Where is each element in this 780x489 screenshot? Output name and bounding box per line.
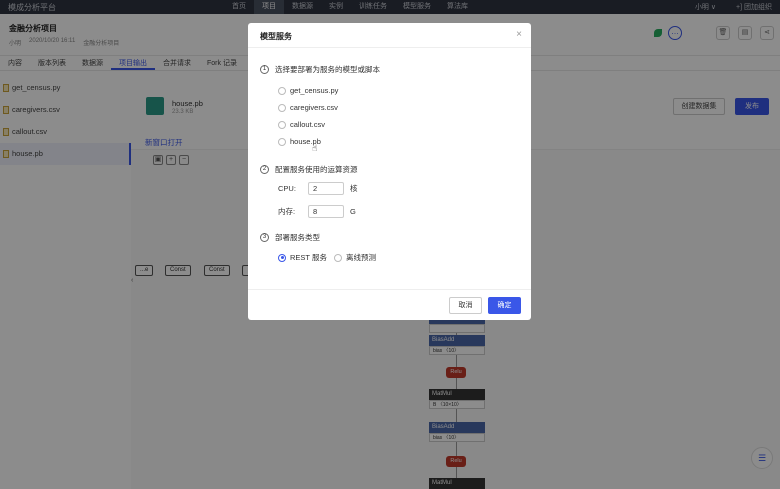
cpu-field: CPU: 2 核 xyxy=(278,182,358,195)
step-service-type: 3 部署服务类型 xyxy=(260,232,320,243)
radio-icon[interactable] xyxy=(278,253,286,262)
confirm-button[interactable]: 确定 xyxy=(488,297,521,314)
option-label: 离线预测 xyxy=(346,253,376,262)
option-label: callout.csv xyxy=(290,120,326,129)
model-option[interactable]: callout.csv xyxy=(278,120,325,129)
model-service-dialog: 模型服务 × 1 选择要部署为服务的模型或脚本 get_census.py ca… xyxy=(248,23,531,320)
step-number: 1 xyxy=(260,65,269,74)
cancel-button[interactable]: 取消 xyxy=(449,297,482,314)
option-label: caregivers.csv xyxy=(290,103,338,112)
memory-field: 内存: 8 G xyxy=(278,205,356,218)
step-select-model: 1 选择要部署为服务的模型或脚本 xyxy=(260,64,380,75)
radio-icon[interactable] xyxy=(334,253,342,262)
option-label: REST 服务 xyxy=(290,253,327,262)
cpu-input[interactable]: 2 xyxy=(308,182,344,195)
memory-unit: G xyxy=(350,207,356,216)
step-resources: 2 配置服务使用的运算资源 xyxy=(260,164,358,175)
dialog-title: 模型服务 xyxy=(260,32,292,41)
radio-icon[interactable] xyxy=(278,137,286,146)
service-type-rest[interactable]: REST 服务 xyxy=(278,252,327,263)
step-number: 3 xyxy=(260,233,269,242)
radio-icon[interactable] xyxy=(278,86,286,95)
memory-input[interactable]: 8 xyxy=(308,205,344,218)
dialog-footer: 取消 确定 xyxy=(248,289,531,320)
cpu-label: CPU: xyxy=(278,184,296,193)
radio-icon[interactable] xyxy=(278,103,286,112)
radio-icon[interactable] xyxy=(278,120,286,129)
dialog-header: 模型服务 × xyxy=(248,23,531,48)
model-option[interactable]: get_census.py xyxy=(278,86,338,95)
step-label: 配置服务使用的运算资源 xyxy=(275,165,358,174)
step-label: 选择要部署为服务的模型或脚本 xyxy=(275,65,380,74)
step-number: 2 xyxy=(260,165,269,174)
memory-label: 内存: xyxy=(278,207,296,216)
step-label: 部署服务类型 xyxy=(275,233,320,242)
service-type-offline[interactable]: 离线预测 xyxy=(334,252,376,263)
cpu-unit: 核 xyxy=(350,184,358,193)
option-label: get_census.py xyxy=(290,86,339,95)
hand-cursor-icon: ☝ xyxy=(312,143,318,153)
model-option[interactable]: caregivers.csv xyxy=(278,103,338,112)
close-icon[interactable]: × xyxy=(516,29,522,40)
